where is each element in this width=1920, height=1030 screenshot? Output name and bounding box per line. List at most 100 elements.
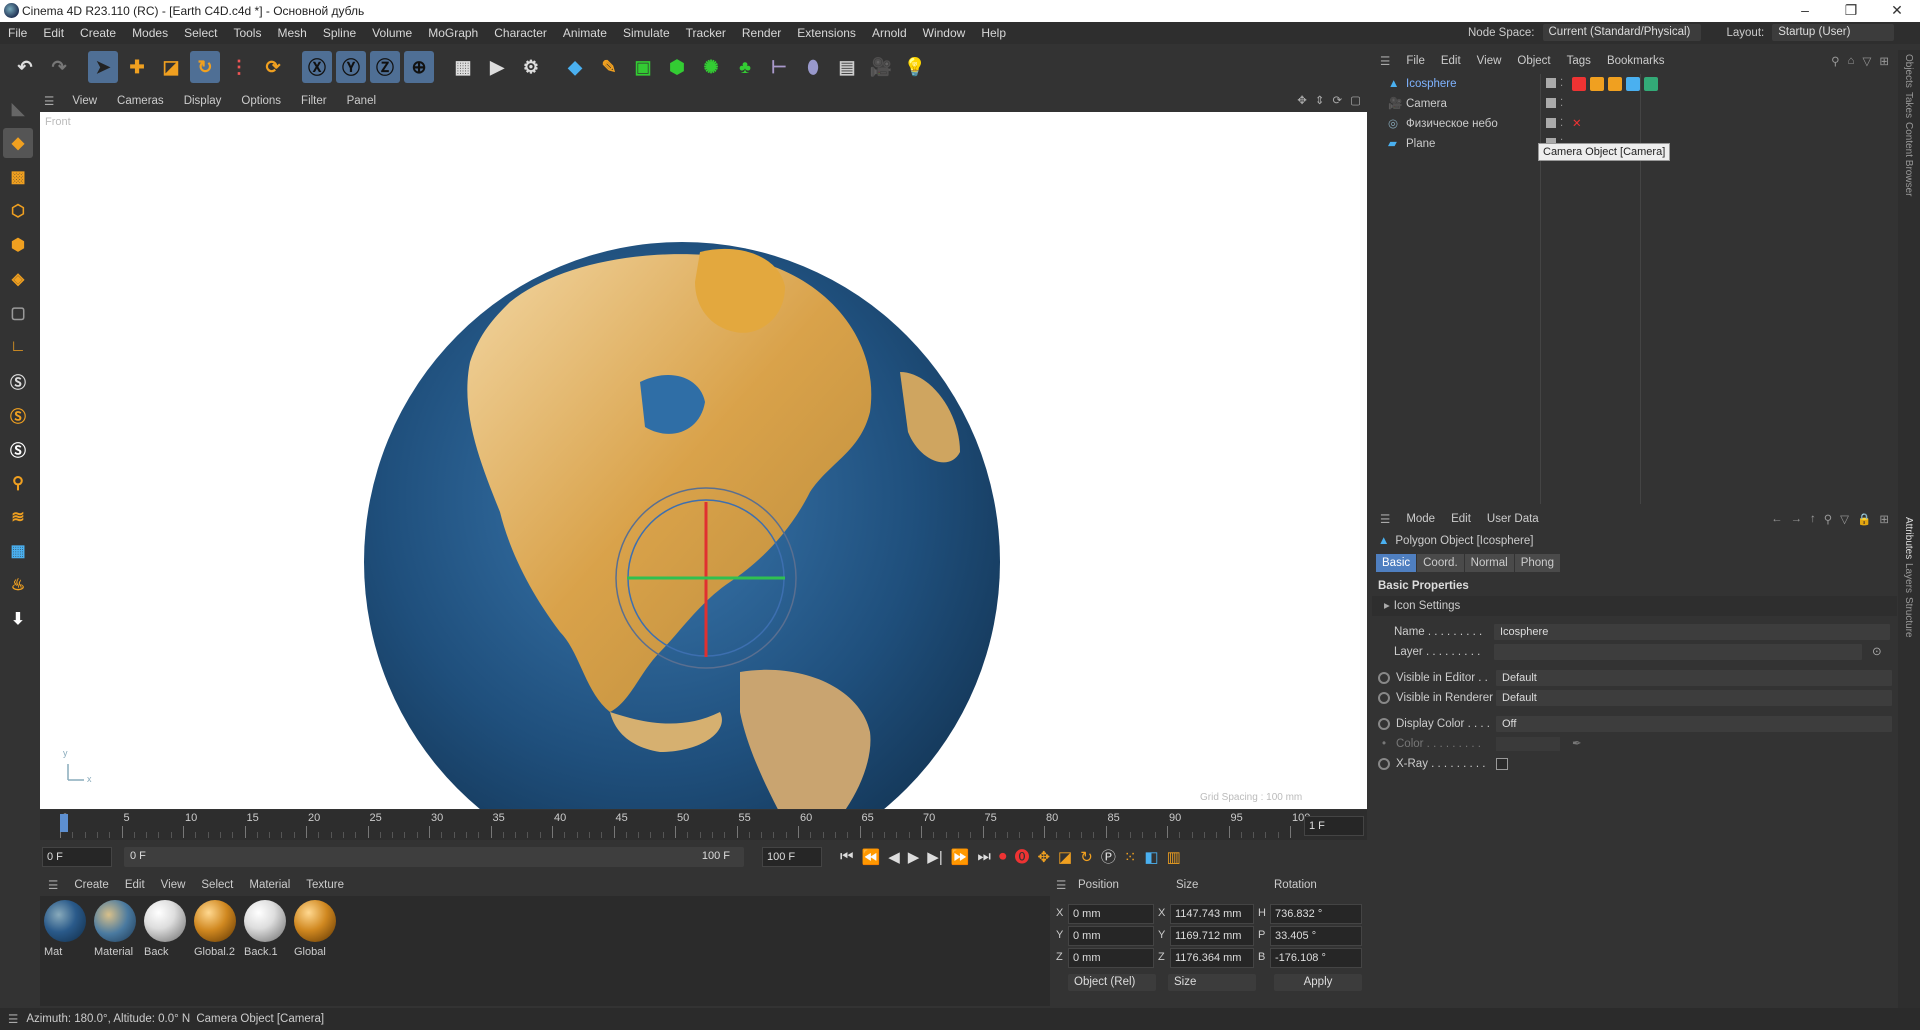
side-tab-takes[interactable]: Takes: [1903, 92, 1914, 118]
key-pla-icon[interactable]: ⁙: [1124, 848, 1137, 866]
side-tab-layers[interactable]: Layers: [1903, 563, 1914, 593]
recent-tools-icon[interactable]: ⋮: [224, 51, 254, 83]
previous-frame-icon[interactable]: ◀: [888, 848, 900, 866]
xray-anim-icon[interactable]: [1378, 758, 1390, 770]
menu-window[interactable]: Window: [915, 22, 974, 44]
attr-tab-basic[interactable]: Basic: [1376, 554, 1417, 572]
viewport-menu-filter[interactable]: Filter: [291, 90, 337, 112]
locked-workplane-icon[interactable]: ♨: [3, 570, 33, 600]
floor-icon[interactable]: ▤: [832, 51, 862, 83]
viewport-menu-view[interactable]: View: [62, 90, 107, 112]
size-field[interactable]: 1147.743 mm: [1170, 904, 1254, 924]
apply-button[interactable]: Apply: [1274, 974, 1362, 991]
size-field[interactable]: 1169.712 mm: [1170, 926, 1254, 946]
menu-spline[interactable]: Spline: [315, 22, 364, 44]
menu-animate[interactable]: Animate: [555, 22, 615, 44]
material-global[interactable]: Global: [294, 900, 336, 958]
hamburger-icon[interactable]: ☰: [44, 94, 54, 108]
zoom-view-icon[interactable]: ⇕: [1315, 93, 1325, 107]
deformer-icon[interactable]: ⊢: [764, 51, 794, 83]
object-hamburger-icon[interactable]: ☰: [1380, 54, 1390, 68]
object-menu-object[interactable]: Object: [1509, 50, 1558, 72]
object-tag-icon[interactable]: [1626, 77, 1640, 91]
coord-mode-select[interactable]: Object (Rel): [1068, 974, 1156, 991]
key-rotation-icon[interactable]: ↻: [1080, 848, 1093, 866]
vis-editor-anim-icon[interactable]: [1378, 672, 1390, 684]
menu-render[interactable]: Render: [734, 22, 789, 44]
menu-volume[interactable]: Volume: [364, 22, 420, 44]
viewport-menu-options[interactable]: Options: [231, 90, 291, 112]
rotate-tool-icon[interactable]: ↻: [190, 51, 220, 83]
attr-tab-coord[interactable]: Coord.: [1417, 554, 1464, 572]
go-to-start-icon[interactable]: ⏮: [840, 848, 854, 865]
previous-key-icon[interactable]: ⏪: [862, 848, 881, 866]
object-name[interactable]: Camera: [1406, 94, 1447, 114]
render-visibility-dots-icon[interactable]: ⁚: [1560, 114, 1563, 134]
redo-icon[interactable]: ↷: [44, 51, 74, 83]
undo-icon[interactable]: ↶: [10, 51, 40, 83]
layer-field[interactable]: [1494, 644, 1862, 660]
forward-arrow-icon[interactable]: →: [1790, 513, 1802, 525]
menu-tools[interactable]: Tools: [225, 22, 269, 44]
material-menu-view[interactable]: View: [153, 874, 194, 896]
object-name[interactable]: Plane: [1406, 134, 1435, 154]
next-key-icon[interactable]: ⏩: [951, 848, 970, 866]
go-to-end-icon[interactable]: ⏭: [977, 848, 991, 865]
visible-renderer-select[interactable]: Default: [1496, 690, 1892, 706]
key-scale-icon[interactable]: ◪: [1058, 848, 1072, 866]
side-tab-attributes[interactable]: Attributes: [1903, 517, 1914, 559]
move-tool-icon[interactable]: ✚: [122, 51, 152, 83]
object-menu-file[interactable]: File: [1398, 50, 1433, 72]
render-view-icon[interactable]: ▦: [448, 51, 478, 83]
polygons-mode-icon[interactable]: ◈: [3, 264, 33, 294]
y-axis-lock-icon[interactable]: Ⓨ: [336, 51, 366, 83]
material-global-2[interactable]: Global.2: [194, 900, 236, 958]
material-material[interactable]: Material: [94, 900, 136, 958]
attr-menu-edit[interactable]: Edit: [1443, 513, 1479, 525]
viewport-menu-display[interactable]: Display: [174, 90, 232, 112]
autokey-icon[interactable]: ⓿: [1014, 846, 1029, 867]
workplane-snap-icon[interactable]: Ⓢ: [3, 434, 33, 464]
menu-extensions[interactable]: Extensions: [789, 22, 864, 44]
z-axis-lock-icon[interactable]: Ⓩ: [370, 51, 400, 83]
x-axis-lock-icon[interactable]: Ⓧ: [302, 51, 332, 83]
object-row[interactable]: 🎥 Camera ⁚: [1372, 94, 1897, 114]
object-tag-icon[interactable]: [1572, 77, 1586, 91]
side-tab-content-browser[interactable]: Content Browser: [1903, 122, 1914, 196]
texture-mode-icon[interactable]: ▩: [3, 162, 33, 192]
menu-character[interactable]: Character: [486, 22, 555, 44]
vis-render-anim-icon[interactable]: [1378, 692, 1390, 704]
material-menu-material[interactable]: Material: [241, 874, 298, 896]
menu-select[interactable]: Select: [176, 22, 225, 44]
tag-error-icon[interactable]: ✕: [1572, 114, 1582, 134]
material-menu-edit[interactable]: Edit: [117, 874, 153, 896]
timeline-ruler[interactable]: 0510152025303540455055606570758085909510…: [40, 810, 1367, 840]
playhead[interactable]: [60, 814, 68, 832]
model-mode-icon[interactable]: ◆: [3, 128, 33, 158]
object-tag-icon[interactable]: [1590, 77, 1604, 91]
attr-hamburger-icon[interactable]: ☰: [1380, 512, 1390, 526]
viewport-menu-cameras[interactable]: Cameras: [107, 90, 174, 112]
timeline-window-icon[interactable]: ◧: [1144, 848, 1158, 866]
object-menu-tags[interactable]: Tags: [1559, 50, 1599, 72]
object-name[interactable]: Физическое небо: [1406, 114, 1498, 134]
field-icon[interactable]: ⬮: [798, 51, 828, 83]
attr-new-window-icon[interactable]: ⊞: [1879, 512, 1889, 526]
editor-visibility-icon[interactable]: [1546, 118, 1556, 128]
position-field[interactable]: 0 mm: [1068, 948, 1154, 968]
subdivision-surface-icon[interactable]: ▣: [628, 51, 658, 83]
tweak-icon[interactable]: ⚲: [3, 468, 33, 498]
maximize-button[interactable]: ❐: [1828, 0, 1874, 22]
object-menu-bookmarks[interactable]: Bookmarks: [1599, 50, 1673, 72]
material-hamburger-icon[interactable]: ☰: [48, 878, 58, 892]
key-parameter-icon[interactable]: Ⓟ: [1101, 846, 1116, 867]
current-frame-field[interactable]: 1 F: [1304, 816, 1364, 836]
minimize-button[interactable]: –: [1782, 0, 1828, 22]
expand-arrow-icon[interactable]: ▸: [1384, 596, 1390, 616]
home-icon[interactable]: ⌂: [1848, 55, 1855, 67]
eyedropper-icon[interactable]: ✒: [1572, 734, 1582, 754]
refresh-tool-icon[interactable]: ⟳: [258, 51, 288, 83]
render-settings-icon[interactable]: ⚙: [516, 51, 546, 83]
snap-icon[interactable]: Ⓢ: [3, 366, 33, 396]
attr-filter-icon[interactable]: ▽: [1840, 512, 1849, 526]
